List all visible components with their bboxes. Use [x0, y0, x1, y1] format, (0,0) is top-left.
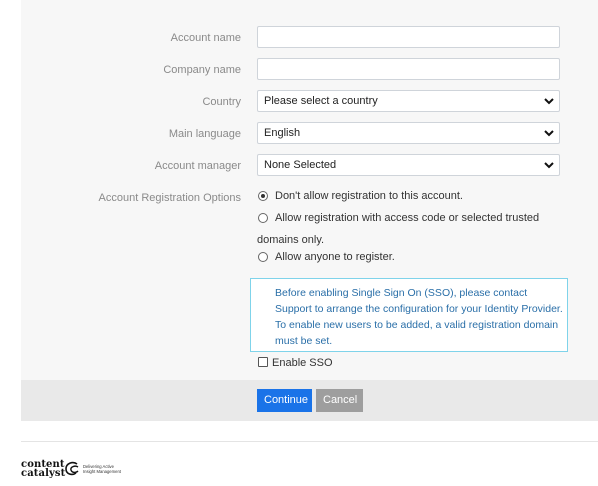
account-name-label: Account name — [170, 32, 241, 44]
radio-button[interactable] — [258, 213, 268, 223]
sso-info-line: To enable new users to be added, a valid… — [275, 319, 559, 331]
radio-label: Don't allow registration to this account… — [275, 190, 463, 202]
sso-info-box: Before enabling Single Sign On (SSO), pl… — [250, 278, 568, 352]
company-name-input[interactable] — [257, 58, 560, 80]
continue-button[interactable]: Continue — [257, 389, 312, 412]
chevron-down-icon — [544, 162, 554, 169]
cancel-button[interactable]: Cancel — [316, 389, 363, 412]
footer-divider — [21, 441, 598, 442]
content-catalyst-logo: content catalyst Delivering Active Insig… — [21, 459, 131, 481]
main-language-select-value: English — [264, 127, 301, 139]
logo-word-catalyst: catalyst — [21, 468, 66, 479]
sso-info-line: Support to arrange the configuration for… — [275, 303, 563, 315]
radio-label: Allow registration with access code or s… — [275, 212, 540, 224]
radio-button[interactable] — [258, 191, 268, 201]
sso-info-line: Before enabling Single Sign On (SSO), pl… — [275, 287, 528, 299]
enable-sso-checkbox[interactable] — [258, 357, 268, 367]
main-language-label: Main language — [168, 128, 241, 140]
logo-tagline-line2: Insight Management — [83, 469, 121, 474]
enable-sso-label[interactable]: Enable SSO — [272, 356, 333, 370]
sso-info-line: must be set. — [275, 335, 333, 347]
account-manager-select-value: None Selected — [264, 159, 337, 171]
radio-button[interactable] — [258, 252, 268, 262]
content-catalyst-logo-icon — [65, 461, 79, 476]
chevron-down-icon — [544, 130, 554, 137]
company-name-label: Company name — [163, 64, 241, 76]
registration-options-label: Account Registration Options — [98, 192, 241, 204]
main-language-select[interactable]: English — [257, 122, 560, 144]
account-name-input[interactable] — [257, 26, 560, 48]
radio-label: Allow anyone to register. — [275, 251, 395, 263]
country-select-value: Please select a country — [264, 95, 378, 107]
account-manager-select[interactable]: None Selected — [257, 154, 560, 176]
account-manager-label: Account manager — [154, 160, 241, 172]
country-label: Country — [202, 96, 241, 108]
country-select[interactable]: Please select a country — [257, 90, 560, 112]
chevron-down-icon — [544, 98, 554, 105]
radio-label-continuation: domains only. — [257, 234, 325, 246]
